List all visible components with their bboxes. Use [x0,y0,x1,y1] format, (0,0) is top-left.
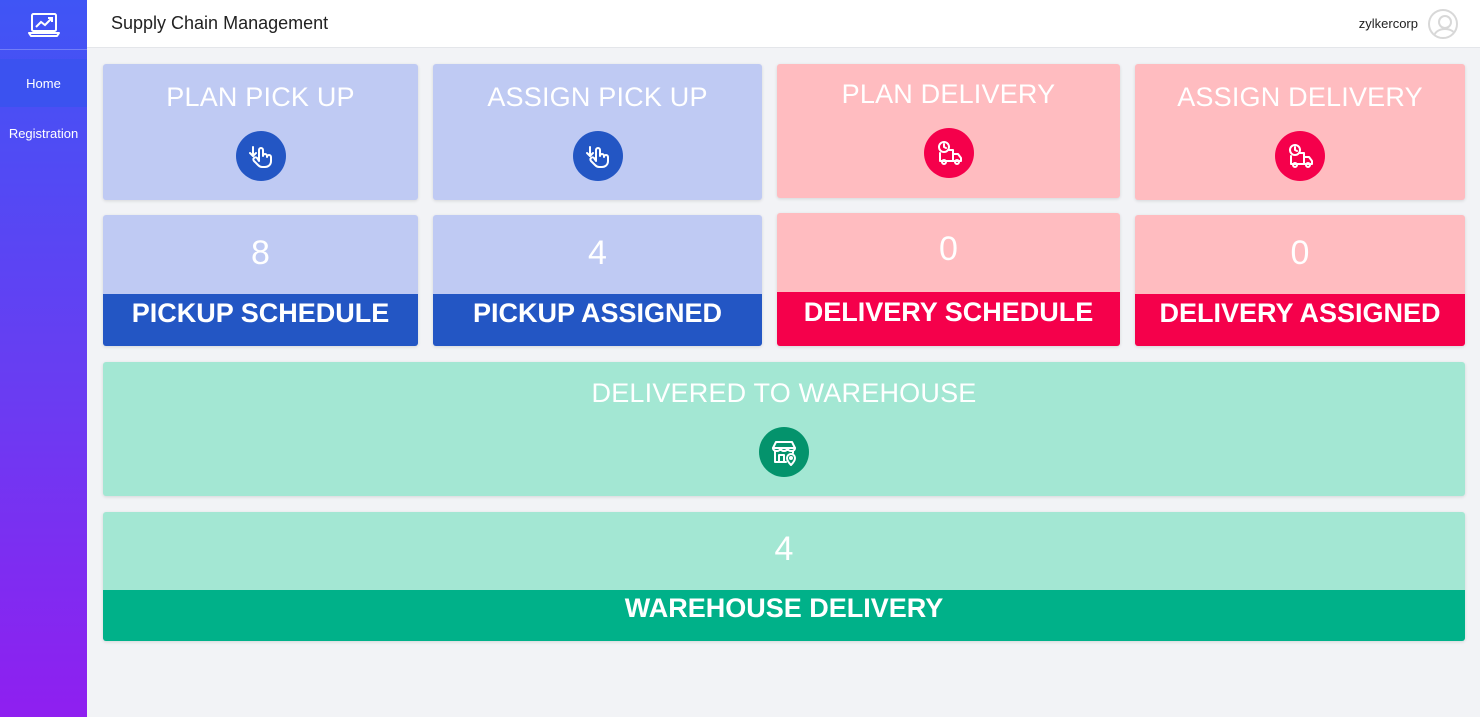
sidebar-item-label: Home [26,75,61,91]
assign-delivery-card[interactable]: ASSIGN DELIVERY [1135,64,1465,200]
plan-delivery-label: PLAN DELIVERY [841,79,1056,109]
pickup-assigned-label: PICKUP ASSIGNED [433,294,762,346]
pickup-assigned-card[interactable]: 4 PICKUP ASSIGNED [433,215,762,346]
warehouse-delivery-card[interactable]: 4 WAREHOUSE DELIVERY [103,512,1465,641]
hand-pointer-icon [572,131,623,181]
hand-pointer-icon [235,131,286,181]
sidebar-item-label: Registration [8,125,79,141]
app-logo[interactable] [0,0,87,50]
plan-pickup-card[interactable]: PLAN PICK UP [103,64,418,200]
assign-delivery-label: ASSIGN DELIVERY [1177,82,1423,112]
assign-pickup-label: ASSIGN PICK UP [487,82,708,112]
username: zylkercorp [1358,16,1418,31]
pickup-assigned-count: 4 [588,234,607,272]
warehouse-delivery-label: WAREHOUSE DELIVERY [103,590,1465,641]
page-title: Supply Chain Management [111,13,329,33]
delivery-schedule-label: DELIVERY SCHEDULE [777,292,1120,346]
pickup-schedule-card[interactable]: 8 PICKUP SCHEDULE [103,215,418,346]
pickup-schedule-label: PICKUP SCHEDULE [103,294,418,346]
sidebar-item-home[interactable]: Home [0,59,87,107]
sidebar: Home Registration [0,0,87,717]
plan-delivery-card[interactable]: PLAN DELIVERY [777,64,1120,198]
delivery-schedule-count: 0 [939,230,958,268]
avatar[interactable] [1428,8,1458,39]
delivery-assigned-label: DELIVERY ASSIGNED [1135,294,1465,346]
pickup-schedule-count: 8 [251,234,270,272]
user-menu[interactable]: zylkercorp [1358,8,1458,39]
delivered-to-warehouse-card[interactable]: DELIVERED TO WAREHOUSE [103,362,1465,496]
delivered-to-warehouse-label: DELIVERED TO WAREHOUSE [591,378,977,408]
delivery-assigned-count: 0 [1290,234,1310,272]
delivery-truck-icon [1275,131,1325,181]
warehouse-store-icon [759,427,809,477]
delivery-assigned-card[interactable]: 0 DELIVERY ASSIGNED [1135,215,1465,346]
assign-pickup-card[interactable]: ASSIGN PICK UP [433,64,762,200]
delivery-truck-icon [923,128,974,178]
warehouse-delivery-count: 4 [774,530,794,568]
top-header: Supply Chain Management zylkercorp [87,0,1480,48]
delivery-schedule-card[interactable]: 0 DELIVERY SCHEDULE [777,213,1120,346]
sidebar-item-registration[interactable]: Registration [0,109,87,157]
chart-laptop-icon [27,12,60,37]
plan-pickup-label: PLAN PICK UP [166,82,355,112]
